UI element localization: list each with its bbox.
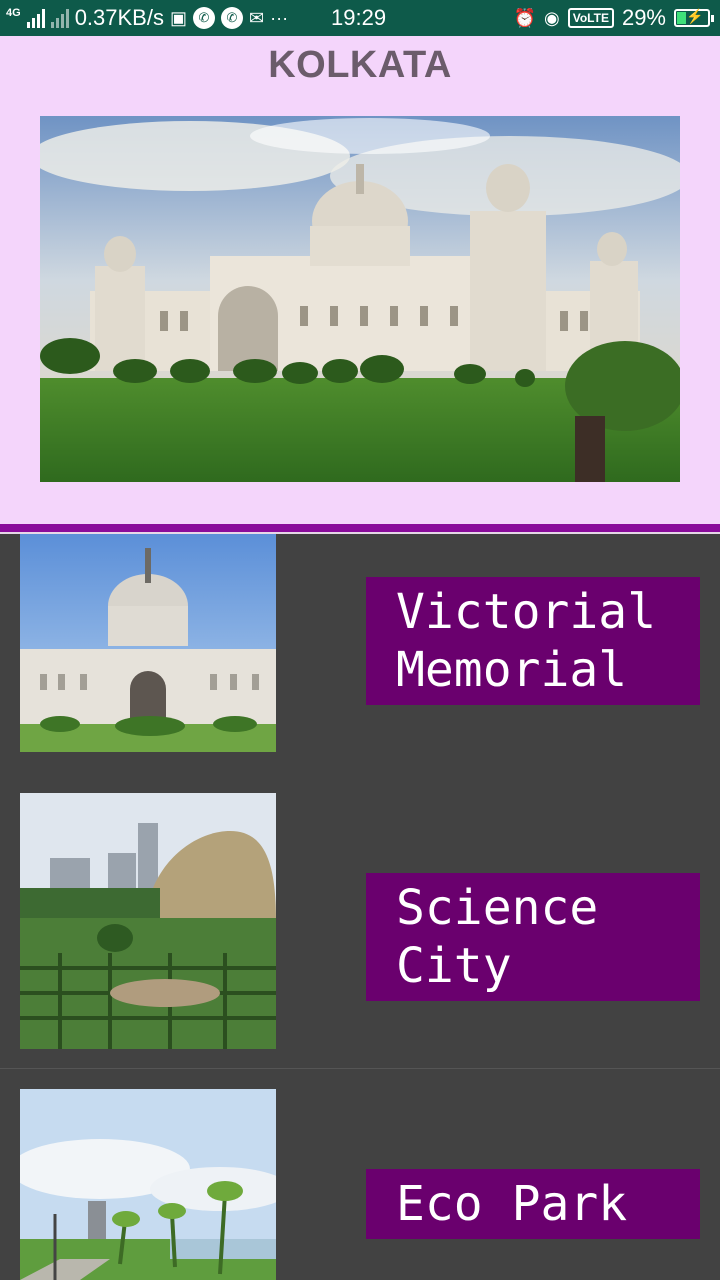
more-icon: ··· xyxy=(270,7,289,28)
status-bar: 4G 0.37KB/s ▣ ✆ ✆ ✉ ··· 19:29 ⏰ ◉ VoLTE … xyxy=(0,0,720,36)
volte-badge: VoLTE xyxy=(567,8,614,28)
science-city-thumbnail xyxy=(20,793,276,1049)
place-label[interactable]: Eco Park xyxy=(366,1169,700,1239)
list-item-eco-park[interactable]: Eco Park xyxy=(0,1069,720,1280)
signal-icon xyxy=(50,8,69,28)
alarm-icon: ⏰ xyxy=(513,7,537,28)
mail-icon: ✉ xyxy=(248,7,265,28)
eco-park-thumbnail xyxy=(20,1089,276,1280)
place-label[interactable]: Victorial Memorial xyxy=(366,577,700,705)
clock: 19:29 xyxy=(331,5,387,30)
whatsapp-icon: ✆ xyxy=(192,7,215,29)
list-item-science-city[interactable]: Science City xyxy=(0,773,720,1069)
hero-image xyxy=(40,116,680,482)
page-title: KOLKATA xyxy=(268,44,452,86)
header: KOLKATA xyxy=(0,36,720,524)
signal-icon xyxy=(26,8,45,28)
data-speed: 0.37KB/s xyxy=(74,5,164,30)
header-divider xyxy=(0,524,720,532)
calendar-icon: ▣ xyxy=(169,7,187,28)
whatsapp-icon: ✆ xyxy=(220,7,243,29)
place-thumbnail xyxy=(20,793,276,1049)
status-left: 4G 0.37KB/s ▣ ✆ ✆ ✉ ··· xyxy=(6,0,288,36)
eye-icon: ◉ xyxy=(544,7,560,28)
network-type: 4G xyxy=(6,6,21,19)
victoria-memorial-thumbnail xyxy=(20,534,276,752)
place-thumbnail xyxy=(20,1089,276,1280)
status-right: ⏰ ◉ VoLTE 29% ⚡ xyxy=(513,0,714,36)
place-label[interactable]: Science City xyxy=(366,873,700,1001)
battery-percent: 29% xyxy=(621,5,666,30)
victoria-memorial-photo xyxy=(40,116,680,482)
battery-charging-icon: ⚡ xyxy=(674,8,714,27)
place-thumbnail xyxy=(20,534,276,790)
